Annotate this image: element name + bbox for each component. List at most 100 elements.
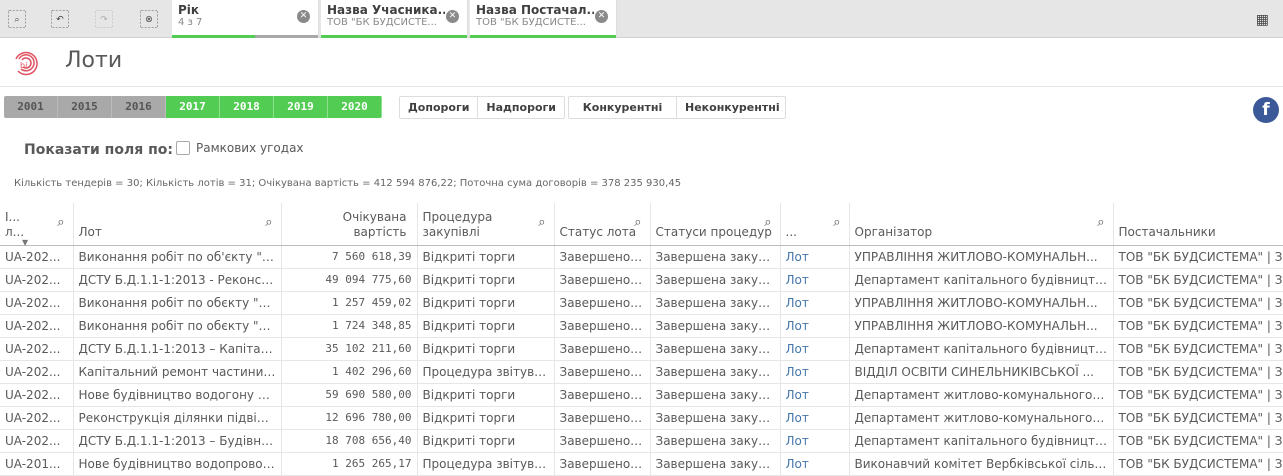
- table-cell: Завершена закупі...: [650, 452, 781, 476]
- table-cell: ДСТУ Б.Д.1.1-1:2013 – Капітал...: [73, 337, 282, 361]
- competition-filter: Конкурентні Неконкурентні: [568, 96, 786, 119]
- table-cell: УПРАВЛІННЯ ЖИТЛОВО-КОМУНАЛЬН...: [849, 245, 1114, 269]
- search-icon[interactable]: ⌕: [538, 215, 545, 230]
- lot-link[interactable]: Лот: [780, 452, 850, 476]
- facebook-icon[interactable]: f: [1253, 97, 1279, 123]
- table-row[interactable]: UA-201... Нове будівництво водопровод... 1…: [0, 452, 1283, 476]
- column-header-label: Очікувана вартість: [342, 209, 407, 239]
- step-forward-icon[interactable]: ↷: [94, 9, 114, 29]
- table-cell: УПРАВЛІННЯ ЖИТЛОВО-КОМУНАЛЬН...: [849, 291, 1114, 315]
- table-row[interactable]: UA-202... Виконання робіт по об'єкту "Ка.…: [0, 245, 1283, 269]
- clear-selections-icon[interactable]: ⊗: [139, 9, 159, 29]
- sort-indicator-icon[interactable]: ▼: [22, 235, 28, 250]
- table-cell: Департамент капітального будівництва ...: [849, 268, 1114, 292]
- table-cell: ТОВ "БК БУДСИСТЕМА" | З...: [1113, 268, 1283, 292]
- table-cell: Відкриті торги: [417, 337, 555, 361]
- table-cell: Завершено ...: [554, 245, 651, 269]
- year-button-2017[interactable]: 2017: [166, 96, 220, 118]
- lot-link[interactable]: Лот: [780, 268, 850, 292]
- table-cell: 1 724 348,85: [281, 314, 418, 338]
- framework-agreements-label[interactable]: Рамкових угодах: [196, 141, 304, 155]
- table-cell: 59 690 580,00: [281, 383, 418, 407]
- search-icon[interactable]: ⌕: [57, 215, 64, 230]
- clear-selection-icon[interactable]: ✕: [446, 10, 459, 23]
- column-header[interactable]: Статуси процедур ⌕: [650, 203, 781, 246]
- table-cell: Відкриті торги: [417, 291, 555, 315]
- table-cell: Капітальний ремонт частини п...: [73, 360, 282, 384]
- year-button-2020[interactable]: 2020: [328, 96, 382, 118]
- column-header[interactable]: Очікувана вартість: [281, 203, 418, 246]
- year-button-2019[interactable]: 2019: [274, 96, 328, 118]
- column-header-label: Процедура закупівлі: [422, 209, 493, 239]
- column-header[interactable]: Постачальники⌕: [1113, 203, 1283, 246]
- year-button-2016[interactable]: 2016: [112, 96, 166, 118]
- clear-selection-icon[interactable]: ✕: [297, 10, 310, 23]
- table-row[interactable]: UA-202... Нове будівництво водогону від..…: [0, 383, 1283, 407]
- lot-link[interactable]: Лот: [780, 337, 850, 361]
- column-header[interactable]: Процедура закупівлі ⌕: [417, 203, 555, 246]
- selection-tab-title: Назва Постачал...: [476, 3, 594, 17]
- column-header-label: Статус лота: [559, 224, 637, 239]
- grid-menu-icon[interactable]: ▦: [1256, 12, 1269, 28]
- page-title: Лоти: [65, 48, 123, 73]
- threshold-button[interactable]: Надпороги: [478, 97, 564, 118]
- divider: [0, 86, 1283, 87]
- lot-link[interactable]: Лот: [780, 360, 850, 384]
- lot-link[interactable]: Лот: [780, 383, 850, 407]
- smart-search-icon[interactable]: ⌕: [7, 9, 27, 29]
- column-header[interactable]: І... л... ⌕ ▼: [0, 203, 74, 247]
- table-cell: 35 102 211,60: [281, 337, 418, 361]
- threshold-button[interactable]: Допороги: [400, 97, 479, 118]
- competition-button[interactable]: Неконкурентні: [677, 97, 785, 118]
- table-row[interactable]: UA-202... ДСТУ Б.Д.1.1-1:2013 – Будівни..…: [0, 429, 1283, 453]
- column-header-label: Лот: [78, 224, 102, 239]
- table-row[interactable]: UA-202... Реконструкція ділянки підвідн..…: [0, 406, 1283, 430]
- table-cell: Виконання робіт по обєкту "Ка...: [73, 314, 282, 338]
- table-cell: UA-202...: [0, 291, 74, 315]
- competition-button[interactable]: Конкурентні: [569, 97, 677, 118]
- lot-link[interactable]: Лот: [780, 314, 850, 338]
- table-cell: Завершено ...: [554, 268, 651, 292]
- table-cell: ТОВ "БК БУДСИСТЕМА" | З...: [1113, 337, 1283, 361]
- selection-tab[interactable]: Назва Постачал... ТОВ "БК БУДСИСТЕ... ✕: [470, 0, 617, 38]
- table-cell: UA-202...: [0, 245, 74, 269]
- year-button-2015[interactable]: 2015: [58, 96, 112, 118]
- table-cell: UA-201...: [0, 452, 74, 476]
- search-icon[interactable]: ⌕: [1097, 215, 1104, 230]
- table-cell: Завершена закупі...: [650, 245, 781, 269]
- selection-tab-subtitle: ТОВ "БК БУДСИСТЕ...: [327, 17, 437, 28]
- table-row[interactable]: UA-202... ДСТУ Б.Д.1.1-1:2013 – Капітал..…: [0, 337, 1283, 361]
- table-cell: 18 708 656,40: [281, 429, 418, 453]
- step-back-icon[interactable]: ↶: [50, 9, 70, 29]
- table-cell: ТОВ "БК БУДСИСТЕМА" | З...: [1113, 360, 1283, 384]
- year-button-2018[interactable]: 2018: [220, 96, 274, 118]
- table-cell: Завершена закупі...: [650, 383, 781, 407]
- table-cell: 1 265 265,17: [281, 452, 418, 476]
- lot-link[interactable]: Лот: [780, 429, 850, 453]
- framework-agreements-checkbox[interactable]: [176, 141, 190, 155]
- column-header[interactable]: Статус лота ⌕: [554, 203, 651, 246]
- table-row[interactable]: UA-202... Виконання робіт по обєкту "Ка..…: [0, 291, 1283, 315]
- search-icon[interactable]: ⌕: [833, 215, 840, 230]
- year-button-2001[interactable]: 2001: [4, 96, 58, 118]
- lot-link[interactable]: Лот: [780, 406, 850, 430]
- lot-link[interactable]: Лот: [780, 291, 850, 315]
- table-row[interactable]: UA-202... Виконання робіт по обєкту "Ка..…: [0, 314, 1283, 338]
- search-icon[interactable]: ⌕: [265, 215, 272, 230]
- table-cell: Нове будівництво водогону від...: [73, 383, 282, 407]
- table-cell: UA-202...: [0, 314, 74, 338]
- lot-link[interactable]: Лот: [780, 245, 850, 269]
- clear-selection-icon[interactable]: ✕: [595, 10, 608, 23]
- table-cell: Завершено ...: [554, 360, 651, 384]
- column-header[interactable]: Лот ⌕: [73, 203, 282, 246]
- column-header[interactable]: Організатор ⌕: [849, 203, 1114, 246]
- column-header[interactable]: ... ⌕: [780, 203, 850, 246]
- search-icon[interactable]: ⌕: [764, 215, 771, 230]
- search-icon[interactable]: ⌕: [634, 215, 641, 230]
- table-row[interactable]: UA-202... Капітальний ремонт частини п...…: [0, 360, 1283, 384]
- selection-tab[interactable]: Рік 4 з 7 ✕: [172, 0, 319, 38]
- selection-tab[interactable]: Назва Учасника... ТОВ "БК БУДСИСТЕ... ✕: [321, 0, 468, 38]
- table-row[interactable]: UA-202... ДСТУ Б.Д.1.1-1:2013 - Реконст..…: [0, 268, 1283, 292]
- table-cell: Завершена закупі...: [650, 268, 781, 292]
- table-cell: 12 696 780,00: [281, 406, 418, 430]
